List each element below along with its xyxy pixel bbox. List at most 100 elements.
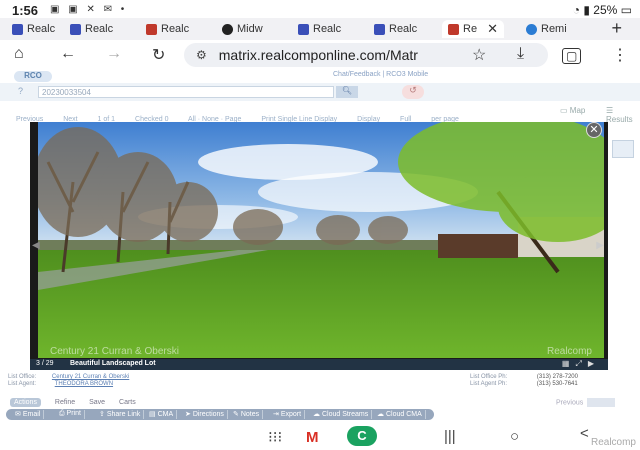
app-drawer-icon[interactable]: ⁝⁝⁝ <box>268 428 282 446</box>
previous-photo-arrow-icon[interactable]: ◀ <box>32 240 40 251</box>
site-header: RCO Chat/Feedback | RCO3 Mobile <box>0 70 640 83</box>
directions-button[interactable]: ➤ Directions <box>182 410 228 419</box>
slideshow-controls[interactable]: ▦⤢▶ <box>562 359 600 369</box>
recent-apps-icon[interactable]: ||| <box>444 428 456 445</box>
list-office-phone-label: List Office Ph: <box>470 374 508 380</box>
url-text: matrix.realcomponline.com/Matr <box>218 47 418 63</box>
print-button[interactable]: ⎙ Print <box>56 410 85 419</box>
browser-tab[interactable]: Realc <box>374 20 417 38</box>
cloud-streams-button[interactable]: ☁ Cloud Streams <box>310 410 373 419</box>
cloud-icon: ☁ <box>377 411 386 418</box>
share-link-button[interactable]: ⇪ Share Link <box>96 410 145 419</box>
home-icon[interactable]: ⌂ <box>14 45 24 63</box>
notification-icons: ▣ ▣ ✕ ✉ • <box>50 4 128 15</box>
close-viewer-button[interactable]: ✕ <box>586 122 602 138</box>
next-photo-arrow-icon[interactable]: ▶ <box>596 240 604 251</box>
cma-button[interactable]: ▤ CMA <box>146 410 178 419</box>
fullscreen-icon[interactable]: ⤢ <box>575 359 587 368</box>
bookmark-star-icon[interactable]: ☆ <box>472 45 486 65</box>
directions-label: Directions <box>192 411 224 418</box>
tab-save[interactable]: Save <box>89 399 105 406</box>
map-link[interactable]: ▭ Map <box>560 106 585 115</box>
search-input[interactable]: 20230033504 <box>38 86 334 98</box>
new-tab-button[interactable]: + <box>611 18 622 39</box>
battery-indicator: ◔ ▮ 25% ▭ <box>573 3 632 17</box>
cma-icon: ▤ <box>149 411 158 418</box>
browser-tab[interactable]: Realc <box>298 20 341 38</box>
battery-icon: ▭ <box>617 3 632 17</box>
notes-button[interactable]: ✎ Notes <box>230 410 264 419</box>
photo-caption: Beautiful Landscaped Lot <box>70 360 156 367</box>
export-label: Export <box>280 411 302 418</box>
action-toolbar: ✉ Email ⎙ Print ⇪ Share Link ▤ CMA ➤ Dir… <box>6 409 434 420</box>
site-settings-icon[interactable]: ⚙ <box>196 48 207 62</box>
tab-switcher-icon[interactable]: ▢ <box>562 48 582 64</box>
listing-photo[interactable]: Century 21 Curran & Oberski Realcomp <box>38 122 604 358</box>
list-agent-phone-row: List Agent Ph: (313) 530-7641 <box>470 381 578 387</box>
list-office-phone-row: List Office Ph: (313) 278-7200 <box>470 374 578 380</box>
chat-icon <box>526 23 537 35</box>
pager-previous[interactable]: Previous <box>556 399 583 406</box>
tab-label: Realc <box>85 23 114 35</box>
forward-arrow-icon[interactable]: → <box>106 45 122 63</box>
close-tab-icon[interactable]: ✕ <box>487 21 498 37</box>
export-button[interactable]: ⇥ Export <box>270 410 306 419</box>
search-button[interactable]: 🔍︎ <box>336 86 358 98</box>
browser-tab[interactable]: Realc <box>146 20 189 38</box>
list-agent-phone[interactable]: (313) 530-7641 <box>537 381 578 387</box>
results-label: Results <box>606 115 633 124</box>
results-link[interactable]: ☰ Results <box>606 106 640 124</box>
browser-tab[interactable]: Remi <box>526 20 567 38</box>
tab-label: Realc <box>313 23 342 35</box>
wifi-icon: ◔ ▮ <box>572 3 594 17</box>
home-button-icon[interactable]: ○ <box>510 428 519 445</box>
download-icon[interactable]: ⤓ <box>517 45 524 63</box>
directions-icon: ➤ <box>185 411 193 418</box>
help-icon[interactable]: ? <box>18 86 23 96</box>
photo-watermark-right: Realcomp <box>546 346 592 357</box>
pager: Previous <box>556 398 616 407</box>
list-office-link[interactable]: Century 21 Curran & Oberski <box>52 374 129 380</box>
browser-tab-active[interactable]: Re ✕ <box>442 20 504 38</box>
realcomp-icon <box>70 23 81 35</box>
search-icon: 🔍︎ <box>341 86 353 95</box>
back-nav-icon[interactable]: < <box>580 425 589 442</box>
tab-label: Realc <box>161 23 190 35</box>
close-icon: ✕ <box>589 124 599 136</box>
tab-actions[interactable]: Actions <box>10 398 41 407</box>
tab-carts[interactable]: Carts <box>119 399 136 406</box>
email-button[interactable]: ✉ Email <box>12 410 45 419</box>
back-arrow-icon[interactable]: ← <box>60 45 76 63</box>
results-icon: ☰ <box>606 106 614 115</box>
menu-kebab-icon[interactable]: ⋮ <box>612 45 628 65</box>
search-row: ? 20230033504 🔍︎ ↺ <box>0 83 640 101</box>
play-icon[interactable]: ▶ <box>588 359 600 368</box>
list-office-label: List Office: <box>8 374 37 380</box>
refresh-search-button[interactable]: ↺ <box>402 85 424 99</box>
status-bar: 1:56 ▣ ▣ ✕ ✉ • ◔ ▮ 25% ▭ <box>0 0 640 20</box>
grid-icon[interactable]: ▦ <box>562 359 576 368</box>
gmail-icon[interactable]: M <box>306 429 319 446</box>
photo-counter: 3 / 29 <box>36 360 54 367</box>
chrome-app-icon[interactable]: C <box>347 426 377 446</box>
cloud-cma-button[interactable]: ☁ Cloud CMA <box>374 410 426 419</box>
reload-icon[interactable]: ↻ <box>152 45 165 65</box>
email-label: Email <box>22 411 41 418</box>
cma-label: CMA <box>157 411 174 418</box>
list-agent-phone-label: List Agent Ph: <box>470 381 508 387</box>
browser-tab[interactable]: Midw <box>222 20 263 38</box>
pager-input[interactable] <box>587 398 616 407</box>
list-agent-link[interactable]: THEODORA BROWN <box>55 381 113 387</box>
cloud-cma-label: Cloud CMA <box>385 411 422 418</box>
tab-refine[interactable]: Refine <box>55 399 75 406</box>
side-thumbnail[interactable] <box>612 140 634 158</box>
header-links[interactable]: Chat/Feedback | RCO3 Mobile <box>333 71 428 78</box>
list-office-phone[interactable]: (313) 278-7200 <box>537 374 578 380</box>
tab-label: Re <box>463 23 478 35</box>
browser-tab[interactable]: Realc <box>12 20 55 38</box>
site-logo[interactable]: RCO <box>14 71 52 82</box>
browser-tab[interactable]: Realc <box>70 20 113 38</box>
notes-label: Notes <box>240 411 260 418</box>
address-bar[interactable]: ⚙ matrix.realcomponline.com/Matr <box>184 43 548 67</box>
globe-icon <box>222 23 233 35</box>
